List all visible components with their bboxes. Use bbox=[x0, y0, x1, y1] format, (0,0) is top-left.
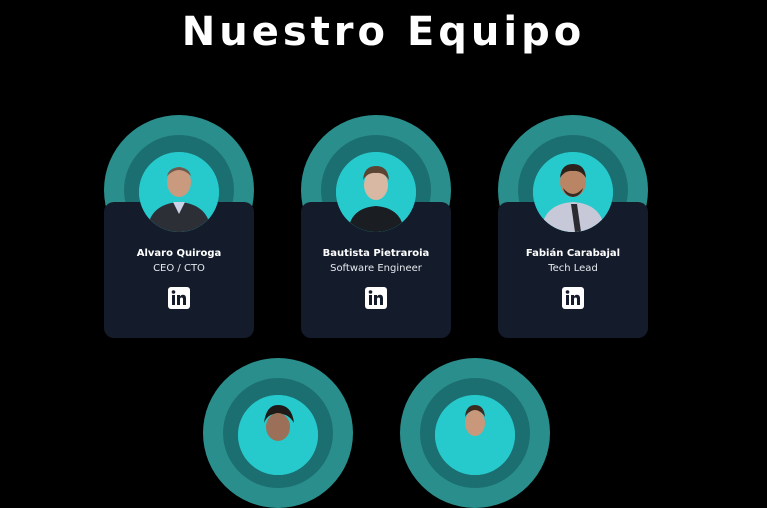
member-name: Fabián Carabajal bbox=[525, 248, 621, 259]
member-role: CEO / CTO bbox=[153, 263, 205, 274]
member-name: Alvaro Quiroga bbox=[136, 248, 222, 259]
member-role: Tech Lead bbox=[548, 263, 598, 274]
member-photo bbox=[533, 152, 613, 232]
member-photo bbox=[435, 395, 515, 475]
linkedin-icon[interactable] bbox=[365, 287, 387, 309]
member-photo bbox=[238, 395, 318, 475]
member-role: Software Engineer bbox=[330, 263, 422, 274]
member-name: Bautista Pietraroia bbox=[322, 248, 430, 259]
linkedin-icon[interactable] bbox=[168, 287, 190, 309]
linkedin-icon[interactable] bbox=[562, 287, 584, 309]
page-title: Nuestro Equipo bbox=[181, 9, 586, 55]
member-photo bbox=[336, 152, 416, 232]
member-photo bbox=[139, 152, 219, 232]
